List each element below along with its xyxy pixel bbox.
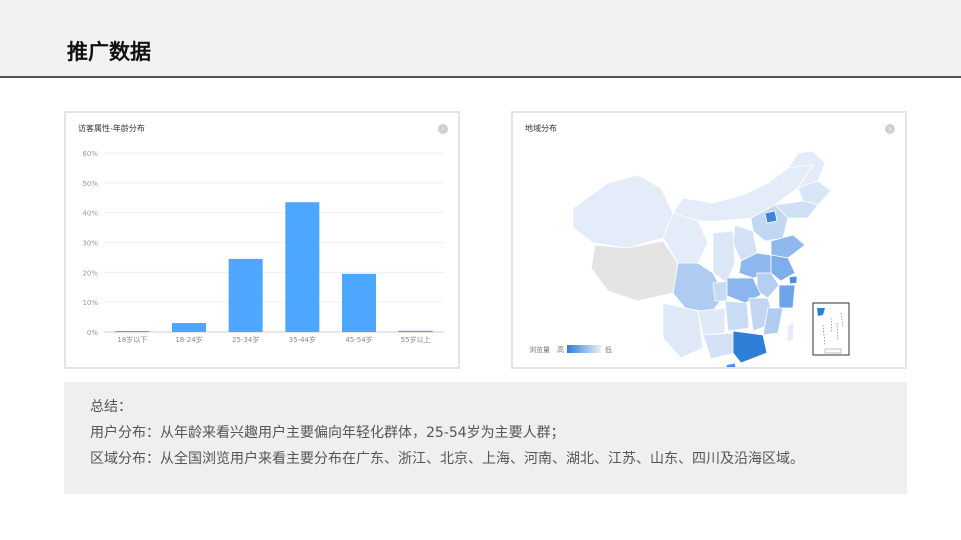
- y-tick-label: 40%: [82, 210, 98, 218]
- x-tick-label: 18岁以下: [117, 335, 147, 344]
- summary-box: 总结： 用户分布：从年龄来看兴趣用户主要偏向年轻化群体，25-54岁为主要人群；…: [64, 382, 907, 494]
- region-hunan: [724, 300, 750, 332]
- age-distribution-panel: 访客属性-年龄分布 › 0% 10% 20% 30% 40% 50% 60% 18岁以下 18-…: [64, 111, 460, 369]
- region-beijing: [764, 210, 778, 224]
- summary-region-distribution: 区域分布：从全国浏览用户来看主要分布在广东、浙江、北京、上海、河南、湖北、江苏、…: [90, 451, 804, 467]
- age-bar-chart: 0% 10% 20% 30% 40% 50% 60% 18岁以下 18-24岁 25-34岁 35-…: [82, 150, 444, 344]
- page-title: 推广数据: [67, 40, 151, 64]
- map-legend: 浏览量 高 低: [529, 345, 612, 354]
- bar-3: [285, 202, 320, 332]
- x-tick-label: 55岁以上: [401, 335, 431, 344]
- y-tick-label: 60%: [82, 150, 98, 158]
- region-distribution-panel: 地域分布 › 浏览量 高 低: [511, 111, 907, 369]
- summary-heading: 总结：: [90, 399, 132, 415]
- region-shaanxi: [712, 230, 736, 284]
- bar-0: [115, 331, 150, 332]
- legend-high-label: 高: [557, 345, 564, 354]
- legend-low-label: 低: [605, 345, 612, 354]
- x-tick-label: 35-44岁: [289, 335, 316, 344]
- y-tick-label: 30%: [82, 240, 98, 248]
- bar-1: [172, 323, 206, 332]
- region-chongqing: [712, 280, 728, 302]
- y-tick-label: 50%: [82, 180, 98, 188]
- region-guizhou: [697, 307, 726, 336]
- y-tick-label: 0%: [87, 329, 98, 337]
- region-shanghai: [788, 275, 798, 285]
- region-taiwan: [786, 322, 795, 342]
- bar-2: [228, 258, 263, 332]
- y-tick-label: 20%: [82, 269, 98, 277]
- x-tick-label: 18-24岁: [175, 335, 202, 344]
- legend-label: 浏览量: [529, 345, 550, 354]
- header-bar: 推广数据: [0, 0, 961, 78]
- region-guangxi: [702, 332, 736, 360]
- region-yunnan: [662, 302, 704, 359]
- region-hainan: [725, 362, 737, 367]
- legend-gradient: [567, 345, 601, 353]
- y-tick-label: 10%: [82, 299, 98, 307]
- x-tick-label: 25-34岁: [232, 335, 259, 344]
- region-zhejiang: [778, 284, 796, 309]
- summary-user-distribution: 用户分布：从年龄来看兴趣用户主要偏向年轻化群体，25-54岁为主要人群；: [90, 425, 565, 441]
- china-map: 浏览量 高 低: [529, 150, 850, 367]
- bar-4: [342, 273, 376, 332]
- south-china-sea-inset: [812, 302, 850, 356]
- x-tick-label: 45-54岁: [345, 335, 372, 344]
- region-xinjiang: [572, 174, 674, 249]
- bar-5: [398, 330, 433, 332]
- region-tibet: [590, 240, 679, 302]
- region-guangdong: [732, 330, 768, 364]
